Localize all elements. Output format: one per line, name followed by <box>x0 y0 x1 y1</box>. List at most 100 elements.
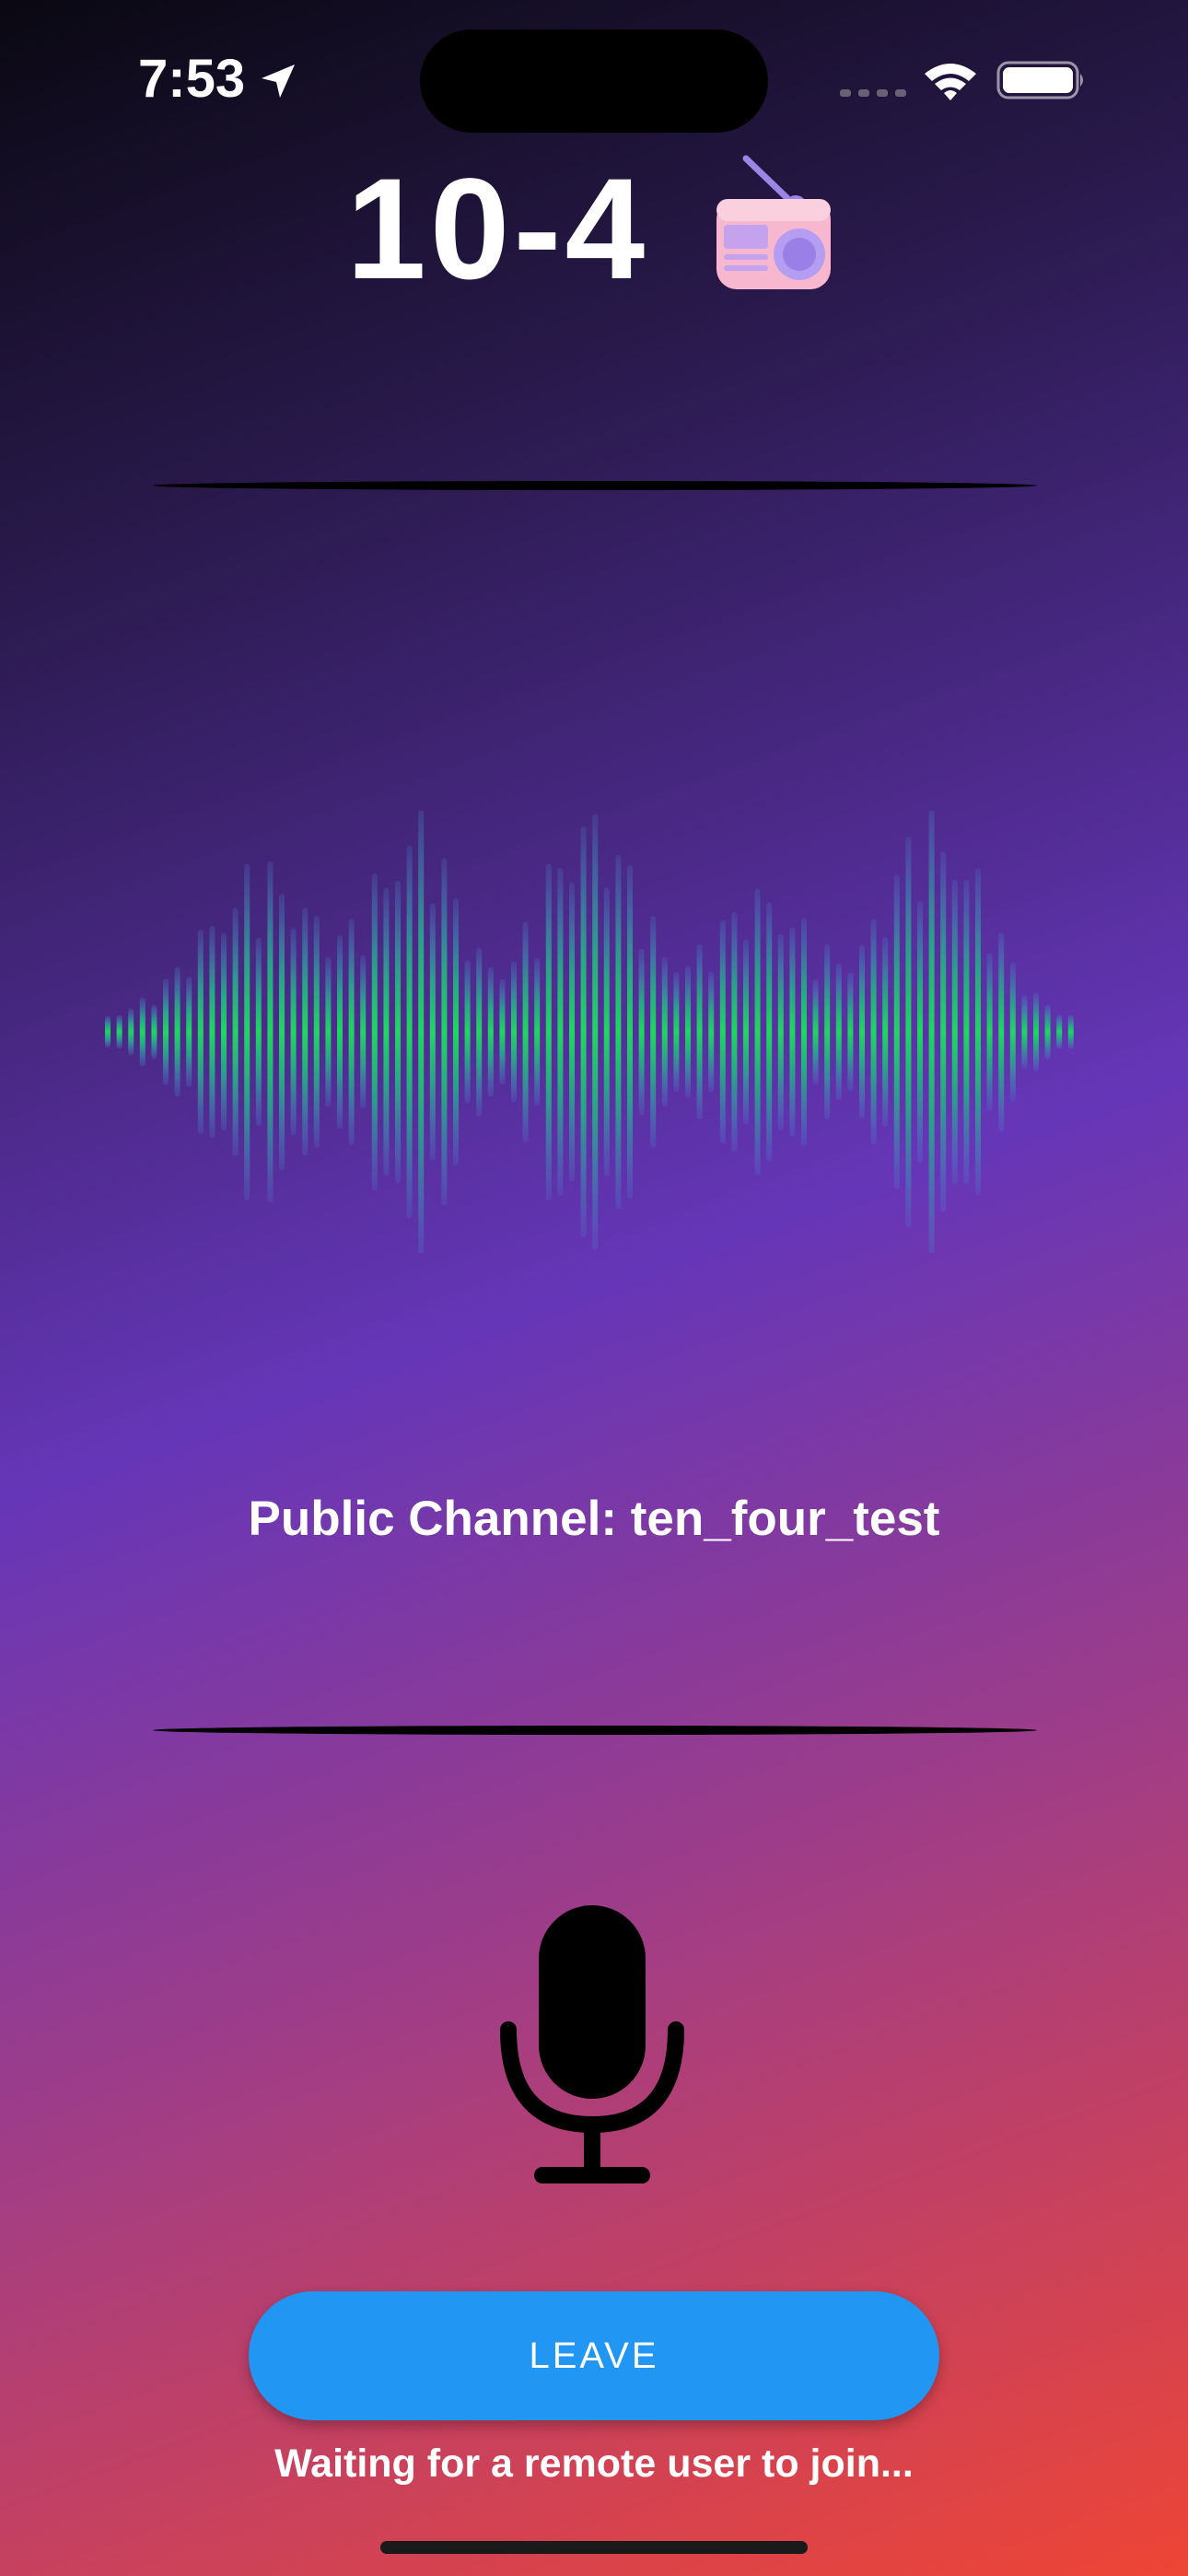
waveform-bar <box>963 879 970 1185</box>
waveform-bar <box>905 837 912 1227</box>
radio-icon <box>716 155 831 289</box>
waveform-bar <box>290 928 297 1136</box>
waveform-bar <box>429 903 436 1161</box>
waveform-bar <box>708 971 715 1093</box>
waveform-bar <box>244 863 250 1200</box>
waveform-bar <box>139 997 146 1067</box>
waveform-bar <box>418 811 425 1253</box>
waveform-bar <box>453 897 459 1166</box>
waveform-bar <box>267 861 274 1203</box>
waveform-bar <box>986 953 993 1111</box>
waveform-bar <box>313 916 320 1148</box>
audio-waveform <box>105 811 1074 1253</box>
waveform-bar <box>580 825 587 1238</box>
waveform-bar <box>1056 1014 1063 1049</box>
waveform-bar <box>209 925 215 1139</box>
waveform-bar <box>627 865 633 1199</box>
waveform-bar <box>406 845 413 1219</box>
waveform-bar <box>1033 992 1039 1071</box>
waveform-bar <box>928 811 935 1253</box>
connection-status-text: Waiting for a remote user to join... <box>274 2441 914 2486</box>
waveform-bar <box>592 814 599 1250</box>
wifi-icon <box>925 64 976 100</box>
waveform-bar <box>545 863 552 1200</box>
waveform-bar <box>882 936 889 1128</box>
waveform-bar <box>777 933 784 1130</box>
waveform-bar <box>754 888 761 1176</box>
divider-top <box>153 481 1037 490</box>
waveform-bar <box>151 1004 157 1060</box>
waveform-bar <box>615 854 622 1210</box>
waveform-bar <box>638 948 645 1116</box>
waveform-bar <box>650 916 657 1148</box>
waveform-bar <box>279 893 285 1171</box>
waveform-bar <box>951 879 958 1185</box>
dynamic-island <box>420 29 768 133</box>
divider-bottom <box>153 1726 1037 1735</box>
battery-icon <box>996 61 1083 100</box>
app-title: 10-4 <box>346 149 649 310</box>
waveform-bar <box>673 971 680 1093</box>
waveform-bar <box>835 964 842 1100</box>
waveform-bar <box>696 943 703 1120</box>
waveform-bar <box>255 937 262 1127</box>
waveform-bar <box>487 966 494 1097</box>
waveform-bar <box>893 874 900 1189</box>
waveform-bar <box>360 954 367 1109</box>
waveform-bar <box>940 851 947 1212</box>
waveform-bar <box>197 930 204 1134</box>
waveform-bar <box>569 882 575 1182</box>
waveform-bar <box>1067 1014 1074 1049</box>
waveform-bar <box>847 972 854 1092</box>
waveform-bar <box>975 868 981 1196</box>
waveform-bar <box>371 872 378 1191</box>
waveform-bar <box>163 978 169 1085</box>
waveform-bar <box>603 887 610 1177</box>
waveform-bar <box>221 932 227 1131</box>
cellular-signal-icon <box>840 89 906 97</box>
home-indicator[interactable] <box>380 2541 808 2554</box>
waveform-bar <box>731 912 738 1152</box>
status-time: 7:53 <box>138 49 246 109</box>
waveform-bar <box>685 966 691 1098</box>
waveform-bar <box>337 934 343 1130</box>
microphone-icon[interactable] <box>497 1905 687 2185</box>
waveform-bar <box>789 927 796 1137</box>
waveform-bar <box>395 880 401 1184</box>
waveform-bar <box>186 977 192 1087</box>
waveform-bar <box>661 956 668 1107</box>
waveform-bar <box>743 939 749 1125</box>
location-arrow-icon <box>262 64 295 98</box>
waveform-bar <box>917 900 923 1164</box>
waveform-bar <box>116 1014 122 1049</box>
waveform-bar <box>511 961 517 1103</box>
waveform-bar <box>232 907 239 1156</box>
waveform-bar <box>534 957 541 1107</box>
waveform-bar <box>499 978 506 1085</box>
waveform-bar <box>464 960 471 1104</box>
channel-label: Public Channel: ten_four_test <box>248 1492 940 1546</box>
leave-button[interactable]: LEAVE <box>249 2291 939 2420</box>
waveform-bar <box>302 907 309 1156</box>
waveform-bar <box>522 921 529 1142</box>
waveform-bar <box>1021 995 1028 1069</box>
waveform-bar <box>441 858 448 1206</box>
waveform-bar <box>1009 962 1016 1102</box>
waveform-bar <box>998 931 1005 1132</box>
waveform-bar <box>719 919 726 1144</box>
waveform-bar <box>105 1015 111 1048</box>
waveform-bar <box>801 918 807 1146</box>
waveform-bar <box>870 919 877 1145</box>
waveform-bar <box>174 966 181 1097</box>
waveform-bar <box>557 868 564 1196</box>
waveform-bar <box>812 979 819 1084</box>
waveform-bar <box>476 947 483 1117</box>
waveform-bar <box>766 902 773 1162</box>
leave-button-label: LEAVE <box>529 2335 659 2376</box>
waveform-bar <box>824 943 831 1120</box>
waveform-bar <box>128 1008 134 1056</box>
waveform-bar <box>859 944 865 1119</box>
waveform-bar <box>383 887 390 1177</box>
waveform-bar <box>325 956 332 1107</box>
waveform-bar <box>348 919 355 1145</box>
